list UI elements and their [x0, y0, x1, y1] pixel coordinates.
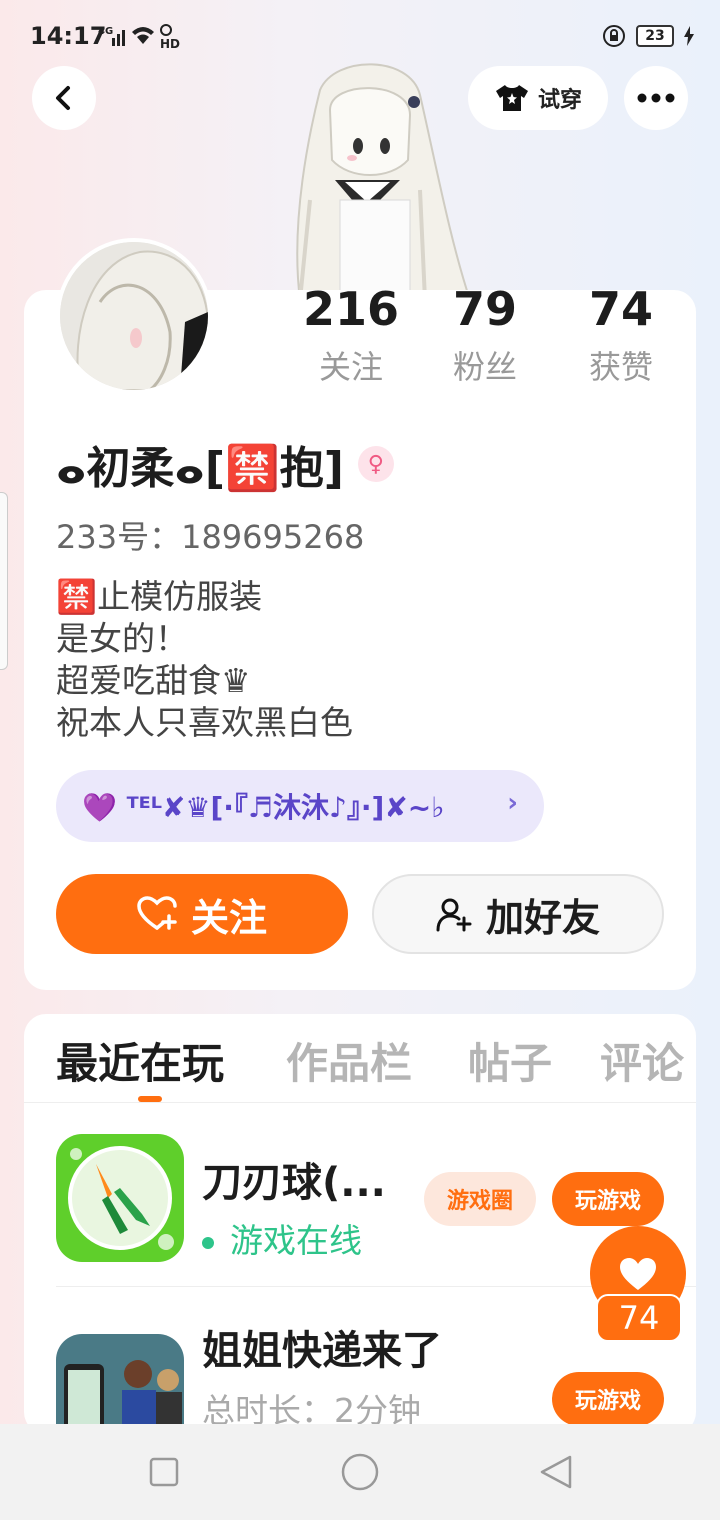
status-time: 14:17 [30, 22, 107, 50]
signal-wifi-icons: 4G HD [98, 24, 180, 50]
game-circle-button[interactable]: 游戏圈 [424, 1172, 536, 1226]
charging-icon [684, 26, 694, 46]
more-dots-icon [637, 93, 675, 103]
follow-button[interactable]: 关注 [56, 874, 348, 954]
add-friend-label: 加好友 [485, 895, 600, 940]
stat-following-value: 216 [302, 282, 400, 336]
bio: 🈲止模仿服装 是女的！ 超爱吃甜食♛ 祝本人只喜欢黑白色 [56, 576, 353, 744]
system-nav-bar [0, 1424, 720, 1520]
network-type: 4G [98, 26, 113, 37]
play-game-button[interactable]: 玩游戏 [552, 1372, 664, 1426]
blade-ball-icon [56, 1134, 184, 1262]
stat-likes[interactable]: 74 获赞 [556, 282, 686, 392]
back-button[interactable] [32, 66, 96, 130]
character-avatar-figure [296, 63, 472, 300]
follow-label: 关注 [190, 895, 267, 940]
heart-icon [620, 1258, 656, 1290]
side-handle[interactable] [0, 492, 8, 670]
stat-likes-value: 74 [588, 282, 653, 336]
play-game-button[interactable]: 玩游戏 [552, 1172, 664, 1226]
game-title[interactable]: 姐姐快递来了 [202, 1318, 442, 1376]
nickname-row: ⴰ初柔ⴰ[🈲抱] ♀ [56, 432, 394, 496]
stat-likes-label: 获赞 [588, 348, 653, 386]
try-on-label: 试穿 [537, 88, 582, 113]
triangle-back-icon [540, 1455, 572, 1489]
try-on-button[interactable]: 试穿 [468, 66, 608, 130]
stat-followers-label: 粉丝 [452, 348, 517, 386]
bio-line: 祝本人只喜欢黑白色 [56, 703, 353, 742]
tab-recently-played[interactable]: 最近在玩 [56, 1030, 224, 1091]
tab-posts[interactable]: 帖子 [468, 1030, 552, 1091]
bio-line: 🈲止模仿服装 [56, 577, 263, 616]
add-friend-button[interactable]: 加好友 [372, 874, 664, 954]
tshirt-icon [495, 85, 528, 111]
club-label: 💜 ᵀᴱᴸ✘♛[·『♬沐沐♪』·]✘~♭ [82, 791, 445, 824]
bio-line: 超爱吃甜食♛ [56, 661, 251, 700]
female-gender-icon: ♀ [357, 446, 394, 482]
add-user-icon [436, 898, 472, 932]
tab-comments[interactable]: 评论 [600, 1030, 684, 1091]
user-id: 233号：189695268 [56, 518, 365, 556]
recent-apps-button[interactable] [140, 1448, 188, 1496]
game-title[interactable]: 刀刃球(... [202, 1150, 386, 1208]
avatar-image [60, 242, 208, 390]
game-icon-blade-ball[interactable] [56, 1134, 184, 1262]
circle-icon [341, 1453, 379, 1491]
stat-following-label: 关注 [318, 348, 383, 386]
bio-line: 是女的！ [56, 619, 188, 658]
back-arrow-icon [56, 86, 70, 110]
heart-plus-icon [137, 896, 177, 930]
tabs-divider [24, 1102, 696, 1103]
tab-works[interactable]: 作品栏 [286, 1030, 412, 1091]
lock-rotation-icon [603, 25, 625, 47]
stat-following[interactable]: 216 关注 [286, 282, 416, 392]
square-icon [149, 1457, 179, 1487]
more-button[interactable] [624, 66, 688, 130]
online-dot [202, 1236, 214, 1249]
game-status-label: 游戏在线 [230, 1221, 362, 1260]
status-right: 23 [602, 22, 694, 50]
stat-followers[interactable]: 79 粉丝 [420, 282, 550, 392]
game-status: 游戏在线 [202, 1214, 362, 1262]
profile-avatar[interactable] [56, 238, 212, 394]
home-button[interactable] [336, 1448, 384, 1496]
svg-text:HD: HD [160, 37, 180, 50]
chevron-right-icon: › [507, 788, 518, 818]
back-nav-button[interactable] [532, 1448, 580, 1496]
club-pill[interactable]: 💜 ᵀᴱᴸ✘♛[·『♬沐沐♪』·]✘~♭ › [56, 770, 544, 842]
nickname: ⴰ初柔ⴰ[🈲抱] [56, 443, 344, 494]
like-count: 74 [596, 1294, 682, 1342]
stat-followers-value: 79 [452, 282, 517, 336]
battery-indicator: 23 [636, 25, 674, 47]
profile-stats: 216 关注 79 粉丝 74 获赞 [286, 282, 686, 392]
